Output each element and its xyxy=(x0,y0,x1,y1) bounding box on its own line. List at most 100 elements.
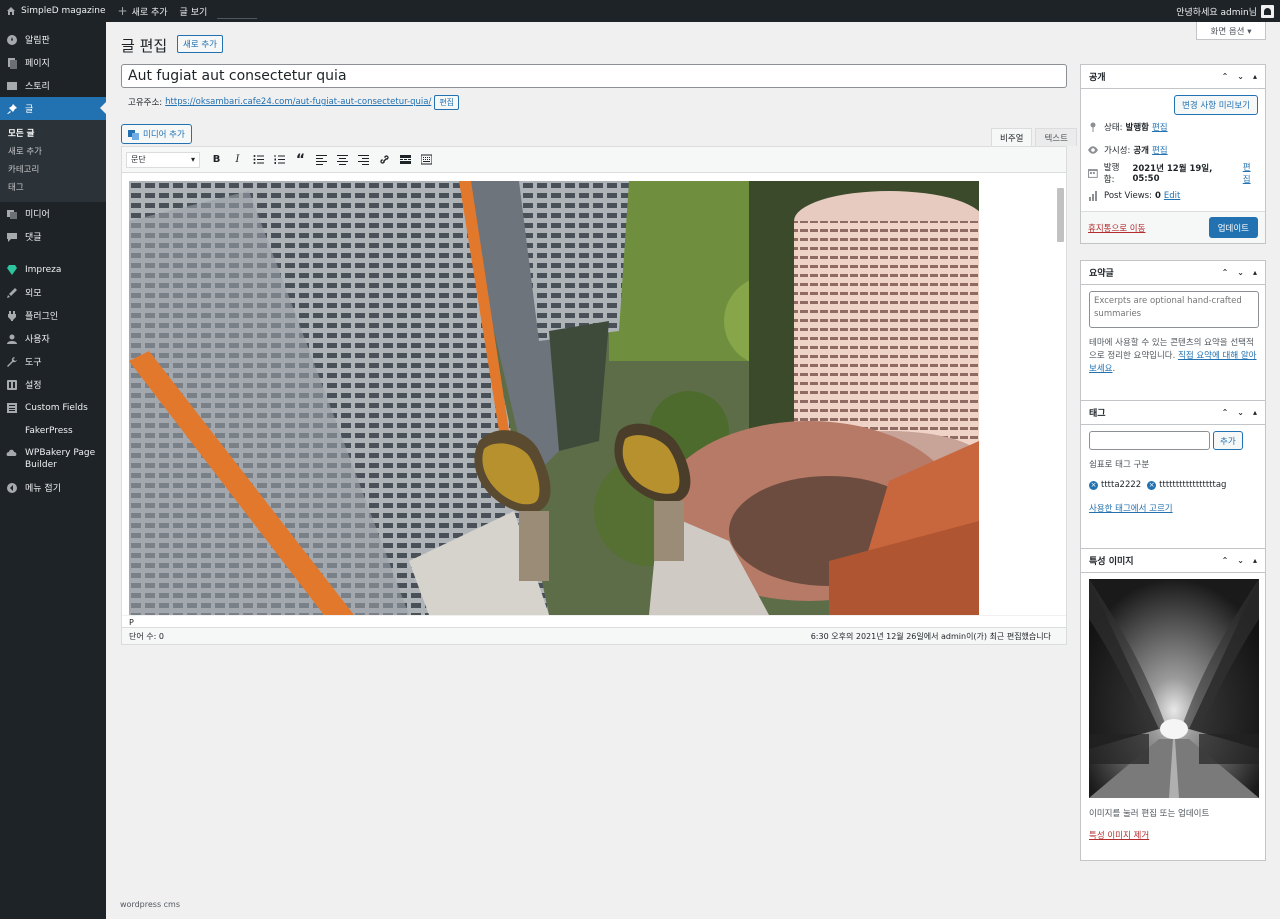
publish-metabox-header: 공개 ⌃ ⌄ ▴ xyxy=(1081,65,1265,89)
insert-more-button[interactable] xyxy=(395,149,416,170)
align-center-button[interactable] xyxy=(332,149,353,170)
featured-image-hint: 이미지를 눌러 편집 또는 업데이트 xyxy=(1089,809,1210,819)
submenu-add-new[interactable]: 새로 추가 xyxy=(0,142,106,160)
update-button[interactable]: 업데이트 xyxy=(1208,217,1258,238)
bold-icon: B xyxy=(212,154,221,165)
edit-date-link[interactable]: 편집 xyxy=(1243,161,1258,185)
submenu-categories[interactable]: 카테고리 xyxy=(0,160,106,178)
preview-changes-button[interactable]: 변경 사항 미리보기 xyxy=(1174,95,1258,115)
move-to-trash-link[interactable]: 휴지통으로 이동 xyxy=(1088,222,1145,234)
editor-content-area[interactable] xyxy=(122,174,1066,615)
editor-scrollbar[interactable] xyxy=(1055,179,1066,613)
remove-tag-icon[interactable]: × xyxy=(1089,480,1098,490)
tag-separator-hint: 쉼표로 태그 구분 xyxy=(1089,460,1150,470)
move-down-icon[interactable]: ⌄ xyxy=(1237,408,1244,417)
excerpt-metabox-title: 요약글 xyxy=(1089,269,1114,279)
format-select[interactable]: 문단 ▾ xyxy=(126,151,200,168)
main-content: 화면 옵션 ▾ 글 편집 새로 추가 Aut fugiat aut consec… xyxy=(106,22,1280,919)
align-right-icon xyxy=(358,155,369,165)
site-name: SimpleD magazine xyxy=(21,6,106,16)
excerpt-metabox: 요약글 ⌃ ⌄ ▴ 테마에 사용할 수 있는 콘텐츠의 요약을 선택적으로 정리… xyxy=(1080,260,1266,405)
permalink-url[interactable]: https://oksambari.cafe24.com/aut-fugiat-… xyxy=(165,97,431,107)
toggle-panel-icon[interactable]: ▴ xyxy=(1253,72,1257,81)
bold-button[interactable]: B xyxy=(206,149,227,170)
toolbar-toggle-button[interactable] xyxy=(416,149,437,170)
move-up-icon[interactable]: ⌃ xyxy=(1222,268,1229,277)
quote-icon: “ xyxy=(295,151,306,168)
blockquote-button[interactable]: “ xyxy=(290,149,311,170)
kitchen-sink-icon xyxy=(421,154,432,165)
post-title-input[interactable]: Aut fugiat aut consectetur quia xyxy=(121,64,1067,88)
remove-tag-icon[interactable]: × xyxy=(1147,480,1157,490)
move-up-icon[interactable]: ⌃ xyxy=(1222,72,1229,81)
sidebar-item-comments[interactable]: 댓글 xyxy=(0,225,106,248)
insert-link-button[interactable] xyxy=(374,149,395,170)
edit-views-link[interactable]: Edit xyxy=(1164,191,1180,201)
align-center-icon xyxy=(337,155,348,165)
sidebar-item-settings[interactable]: 설정 xyxy=(0,373,106,396)
metabox-controls: ⌃ ⌄ ▴ xyxy=(1222,72,1257,81)
new-tag-input[interactable] xyxy=(1089,431,1210,450)
sidebar-item-custom-fields[interactable]: Custom Fields xyxy=(0,396,106,419)
sidebar-item-plugins[interactable]: 플러그인 xyxy=(0,304,106,327)
editor-scrollbar-thumb[interactable] xyxy=(1057,188,1064,242)
post-content-image[interactable] xyxy=(129,181,979,615)
sidebar-item-impreza[interactable]: Impreza xyxy=(0,258,106,281)
sidebar-item-dashboard[interactable]: 알림판 xyxy=(0,28,106,51)
move-down-icon[interactable]: ⌄ xyxy=(1237,72,1244,81)
new-content-label: 새로 추가 xyxy=(131,7,168,18)
dashboard-icon xyxy=(6,34,18,46)
editor-status-bar: 단어 수: 0 6:30 오후의 2021년 12월 26일에서 admin이(… xyxy=(122,627,1066,644)
greeting: 안녕하세요 admin님 xyxy=(1176,7,1257,18)
my-account-link[interactable]: 안녕하세요 admin님 xyxy=(1170,0,1280,22)
italic-button[interactable]: I xyxy=(227,149,248,170)
sidebar-item-media[interactable]: 미디어 xyxy=(0,202,106,225)
choose-tags-link[interactable]: 사용한 태그에서 고르기 xyxy=(1089,502,1257,514)
menu-separator xyxy=(0,248,106,258)
bullet-list-button[interactable] xyxy=(248,149,269,170)
toggle-panel-icon[interactable]: ▴ xyxy=(1253,556,1257,565)
numbered-list-button[interactable] xyxy=(269,149,290,170)
sidebar-item-pages[interactable]: 페이지 xyxy=(0,51,106,74)
remove-featured-image-link[interactable]: 특성 이미지 제거 xyxy=(1089,829,1257,841)
toggle-panel-icon[interactable]: ▴ xyxy=(1253,408,1257,417)
move-up-icon[interactable]: ⌃ xyxy=(1222,556,1229,565)
move-up-icon[interactable]: ⌃ xyxy=(1222,408,1229,417)
sidebar-label: 페이지 xyxy=(25,59,50,69)
sidebar-collapse-menu[interactable]: 메뉴 접기 xyxy=(0,476,106,499)
sidebar-item-appearance[interactable]: 외모 xyxy=(0,281,106,304)
new-content-link[interactable]: + 새로 추가 xyxy=(112,0,174,22)
tags-metabox-header: 태그 ⌃ ⌄ ▴ xyxy=(1081,401,1265,425)
move-down-icon[interactable]: ⌄ xyxy=(1237,268,1244,277)
plus-icon: + xyxy=(117,4,128,18)
add-media-button[interactable]: 미디어 추가 xyxy=(121,124,192,144)
align-left-button[interactable] xyxy=(311,149,332,170)
add-tag-button[interactable]: 추가 xyxy=(1213,431,1243,450)
sidebar-item-fakerpress[interactable]: FakerPress xyxy=(0,419,106,442)
views-label: Post Views: xyxy=(1104,190,1152,201)
sidebar-item-stories[interactable]: 스토리 xyxy=(0,74,106,97)
edit-visibility-link[interactable]: 편집 xyxy=(1152,144,1168,156)
tab-text[interactable]: 텍스트 xyxy=(1035,128,1077,146)
sidebar-item-tools[interactable]: 도구 xyxy=(0,350,106,373)
status-value: 발행함 xyxy=(1125,122,1149,133)
view-post-link[interactable]: 글 보기 xyxy=(174,0,214,22)
submenu-all-posts[interactable]: 모든 글 xyxy=(0,124,106,142)
tab-visual[interactable]: 비주얼 xyxy=(991,128,1033,146)
metabox-controls: ⌃ ⌄ ▴ xyxy=(1222,556,1257,565)
screen-options-button[interactable]: 화면 옵션 ▾ xyxy=(1196,22,1266,40)
sidebar-item-posts[interactable]: 글 xyxy=(0,97,106,120)
excerpt-textarea[interactable] xyxy=(1089,291,1259,328)
featured-image-thumbnail[interactable] xyxy=(1089,579,1259,798)
sidebar-item-wpbakery[interactable]: WPBakery Page Builder xyxy=(0,442,106,476)
tools-icon xyxy=(6,356,18,368)
site-name-link[interactable]: SimpleD magazine xyxy=(0,0,112,22)
align-right-button[interactable] xyxy=(353,149,374,170)
sidebar-item-users[interactable]: 사용자 xyxy=(0,327,106,350)
permalink-edit-button[interactable]: 편집 xyxy=(434,94,460,110)
toggle-panel-icon[interactable]: ▴ xyxy=(1253,268,1257,277)
edit-status-link[interactable]: 편집 xyxy=(1152,121,1168,133)
add-new-post-button[interactable]: 새로 추가 xyxy=(177,35,223,53)
submenu-tags[interactable]: 태그 xyxy=(0,178,106,196)
move-down-icon[interactable]: ⌄ xyxy=(1237,556,1244,565)
